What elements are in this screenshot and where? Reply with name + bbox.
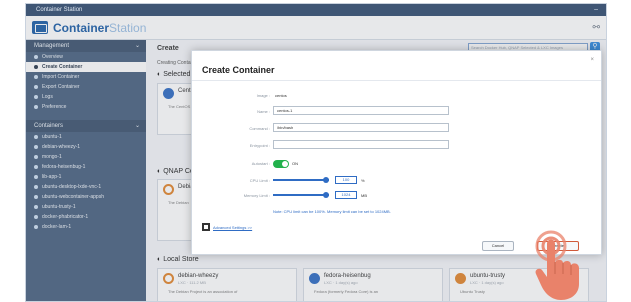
slider-thumb[interactable] <box>323 177 329 183</box>
pointing-hand-icon <box>535 230 579 300</box>
memory-unit: MB <box>361 193 367 198</box>
window-title: Container Station <box>36 7 83 13</box>
autostart-value: ON <box>292 161 298 166</box>
command-label: Command : <box>249 126 270 131</box>
create-container-dialog: Create Container × Image : centos Name :… <box>191 50 602 255</box>
slider-thumb[interactable] <box>323 192 329 198</box>
autostart-toggle[interactable] <box>273 160 289 168</box>
app-window: Container Station ‒ ContainerStation ⚯ M… <box>25 3 607 302</box>
cancel-button[interactable]: Cancel <box>482 241 514 251</box>
name-field[interactable]: centos-1 <box>273 106 449 115</box>
advanced-settings-icon[interactable] <box>202 223 210 231</box>
cpu-unit: % <box>361 178 365 183</box>
autostart-label: Autostart : <box>251 161 270 166</box>
cpu-limit-label: CPU Limit : <box>249 178 270 183</box>
image-label: Image : <box>256 93 270 98</box>
close-icon[interactable]: × <box>590 57 594 63</box>
slider-fill <box>273 194 329 196</box>
image-value: centos <box>275 93 287 98</box>
memory-limit-input[interactable]: 1024 <box>335 191 357 199</box>
window-titlebar: Container Station ‒ <box>26 4 606 16</box>
slider-fill <box>273 179 329 181</box>
entrypoint-field[interactable] <box>273 140 449 149</box>
memory-limit-label: Memory Limit : <box>243 193 270 198</box>
name-label: Name : <box>257 109 270 114</box>
dialog-title: Create Container <box>202 65 275 75</box>
cpu-limit-slider[interactable] <box>273 177 329 183</box>
entrypoint-label: Entrypoint : <box>249 143 270 148</box>
limit-note: Note: CPU limit can be 100%. Memory limi… <box>273 209 391 214</box>
advanced-settings-link[interactable]: Advanced Settings >> <box>213 225 252 230</box>
dialog-divider <box>192 80 601 81</box>
command-field[interactable]: /bin/bash <box>273 123 449 132</box>
memory-limit-slider[interactable] <box>273 192 329 198</box>
cpu-limit-input[interactable]: 100 <box>335 176 357 184</box>
minimize-icon[interactable]: ‒ <box>594 4 598 16</box>
